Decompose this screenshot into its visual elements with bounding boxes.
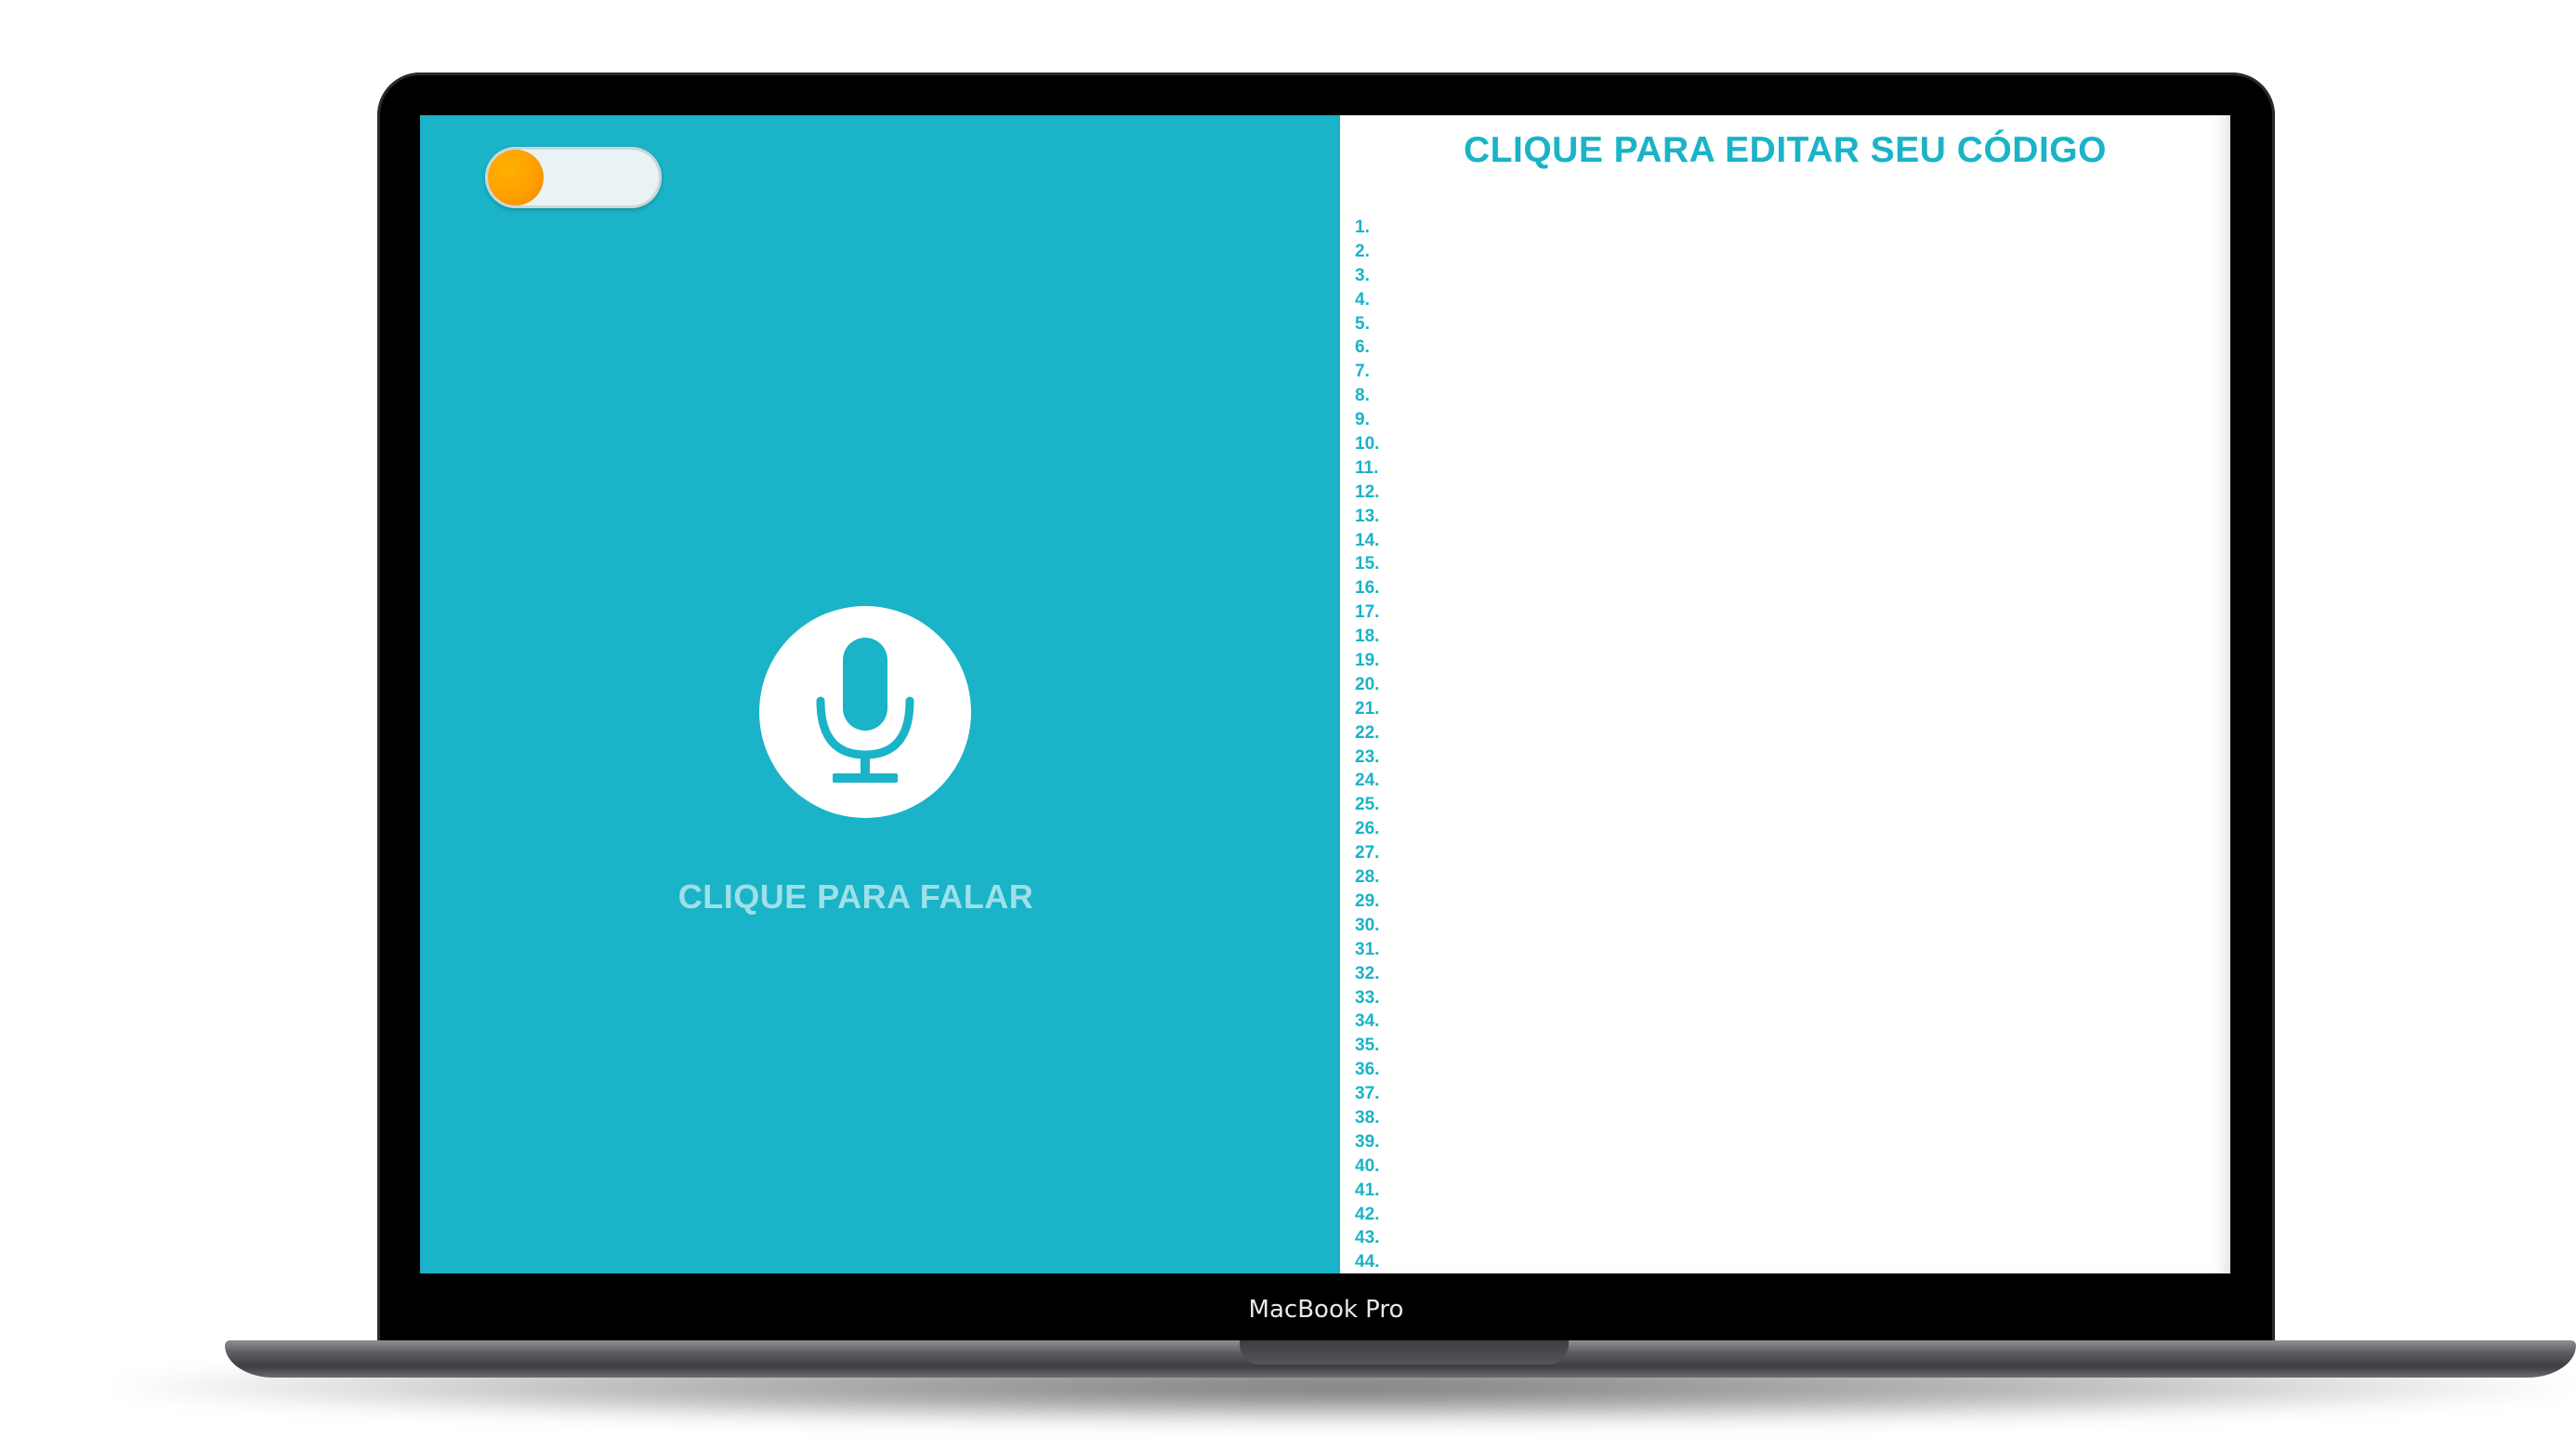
line-number: 13. xyxy=(1355,506,1380,526)
line-number: 44. xyxy=(1355,1252,1380,1273)
device-model-label: MacBook Pro xyxy=(1248,1296,1404,1324)
line-number: 16. xyxy=(1355,578,1380,599)
line-number: 1. xyxy=(1355,218,1370,237)
line-number: 42. xyxy=(1355,1204,1380,1224)
line-number-gutter: 1. 2. 3. 4. 5. 6. 7. 8. 9. 10. 11. 12. 13. 14. 15. 16. 1… xyxy=(1355,216,1379,1273)
line-number: 32. xyxy=(1355,963,1380,983)
line-number: 33. xyxy=(1355,987,1380,1008)
voice-panel: CLIQUE PARA FALAR xyxy=(420,115,1340,1273)
code-editor-panel[interactable]: CLIQUE PARA EDITAR SEU CÓDIGO 1. 2. 3. 4. 5.… xyxy=(1340,115,2230,1273)
line-number: 37. xyxy=(1355,1084,1380,1104)
line-number: 25. xyxy=(1355,795,1380,815)
microphone-button[interactable] xyxy=(759,606,971,818)
line-number: 15. xyxy=(1355,554,1380,574)
line-number: 2. xyxy=(1355,241,1370,261)
line-number: 8. xyxy=(1355,386,1370,406)
editor-title[interactable]: CLIQUE PARA EDITAR SEU CÓDIGO xyxy=(1340,130,2230,171)
line-number: 29. xyxy=(1355,890,1380,911)
line-number: 23. xyxy=(1355,746,1380,767)
line-number: 18. xyxy=(1355,627,1380,647)
line-number: 22. xyxy=(1355,722,1380,743)
line-number: 24. xyxy=(1355,771,1380,791)
line-number: 10. xyxy=(1355,434,1380,455)
line-number: 7. xyxy=(1355,362,1370,382)
laptop-screen: CLIQUE PARA FALAR CLIQUE PARA EDITAR SEU… xyxy=(420,115,2230,1273)
line-number: 26. xyxy=(1355,819,1380,839)
line-number: 28. xyxy=(1355,867,1380,888)
line-number: 17. xyxy=(1355,602,1380,623)
line-number: 35. xyxy=(1355,1035,1380,1056)
line-number: 34. xyxy=(1355,1011,1380,1032)
line-number: 3. xyxy=(1355,265,1370,285)
toggle-knob[interactable] xyxy=(488,150,544,205)
line-number: 9. xyxy=(1355,410,1370,430)
line-number: 4. xyxy=(1355,289,1370,310)
speak-button-label[interactable]: CLIQUE PARA FALAR xyxy=(420,877,1292,917)
mode-toggle[interactable] xyxy=(485,147,662,208)
line-number: 6. xyxy=(1355,337,1370,358)
line-number: 27. xyxy=(1355,843,1380,864)
line-number: 38. xyxy=(1355,1107,1380,1128)
line-number: 11. xyxy=(1355,457,1379,478)
microphone-icon xyxy=(816,638,914,783)
line-number: 19. xyxy=(1355,651,1380,671)
line-number: 36. xyxy=(1355,1060,1380,1080)
line-number: 21. xyxy=(1355,698,1380,719)
line-number: 39. xyxy=(1355,1131,1380,1152)
line-number: 14. xyxy=(1355,530,1380,550)
line-number: 41. xyxy=(1355,1180,1380,1200)
line-number: 40. xyxy=(1355,1155,1380,1176)
line-number: 43. xyxy=(1355,1228,1380,1248)
line-number: 31. xyxy=(1355,939,1380,959)
line-number: 20. xyxy=(1355,674,1380,694)
line-number: 12. xyxy=(1355,481,1380,502)
laptop-opening-notch xyxy=(1240,1340,1569,1365)
line-number: 5. xyxy=(1355,313,1370,334)
laptop-mockup-scene: CLIQUE PARA FALAR CLIQUE PARA EDITAR SEU… xyxy=(0,0,2576,1451)
line-number: 30. xyxy=(1355,915,1380,935)
